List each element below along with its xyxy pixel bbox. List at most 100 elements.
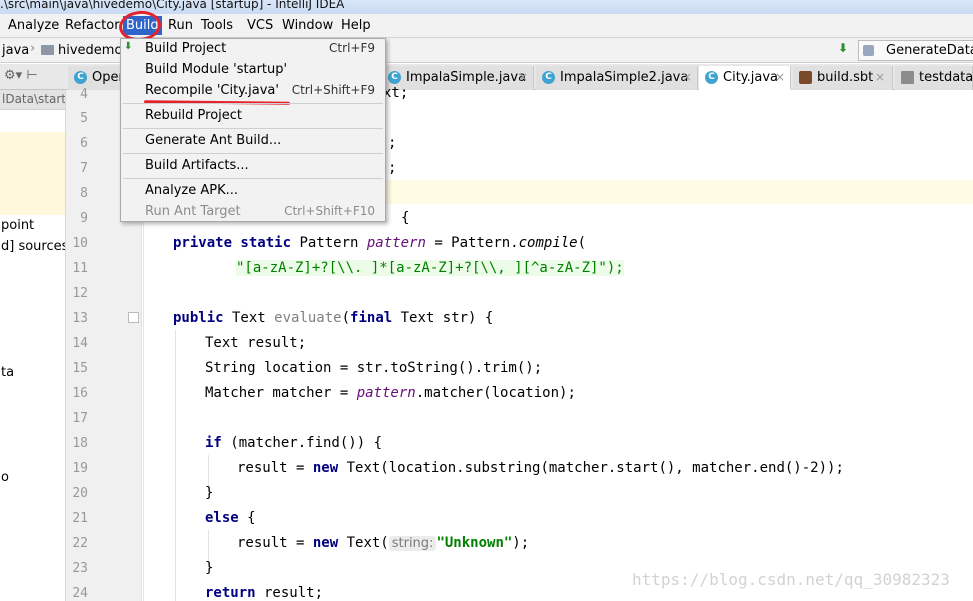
build-menu-dropdown: ⬇ Build Project Ctrl+F9 Build Module 'st… xyxy=(120,38,386,222)
keyword: new xyxy=(312,535,339,551)
menu-analyze[interactable]: Analyze xyxy=(8,18,59,33)
tab-label: ImpalaSimple.java xyxy=(406,70,527,85)
menu-item-build-module[interactable]: Build Module 'startup' xyxy=(121,60,385,81)
menu-item-shortcut: Ctrl+Shift+F9 xyxy=(291,83,375,97)
keyword: else xyxy=(205,510,239,526)
tree-item[interactable]: ta xyxy=(1,365,14,380)
line-number: 6 xyxy=(80,136,88,151)
method-name: evaluate xyxy=(274,310,342,326)
tab-impalasimple2[interactable]: C ImpalaSimple2.java × xyxy=(536,66,698,90)
code-fragment: { xyxy=(401,210,410,226)
line-number: 16 xyxy=(72,386,88,401)
tab-testdata[interactable]: testdata.t xyxy=(895,66,973,90)
window-title-bar: .\src\main\java\hivedemo\City.java [star… xyxy=(0,0,973,14)
breadcrumb-java[interactable]: java xyxy=(2,43,29,58)
menu-item-label: Build Artifacts... xyxy=(145,158,249,173)
close-icon[interactable]: × xyxy=(775,70,785,84)
code-token: Text str) { xyxy=(392,310,494,326)
menu-item-label: Run Ant Target xyxy=(145,204,241,219)
menu-item-label: Rebuild Project xyxy=(145,108,243,123)
menu-item-shortcut: Ctrl+F9 xyxy=(329,41,375,55)
project-toolbar-icons[interactable]: ⚙▾ ⊢ xyxy=(4,68,38,83)
run-config-icon xyxy=(863,45,874,56)
code-token: result = xyxy=(237,460,313,476)
keyword: final xyxy=(350,310,393,326)
menu-item-analyze-apk[interactable]: Analyze APK... xyxy=(121,181,385,202)
code-fragment: ; xyxy=(388,135,397,151)
code-line-20: } xyxy=(205,485,214,501)
menu-item-label: Build Module 'startup' xyxy=(145,62,288,77)
tree-item[interactable]: point xyxy=(1,218,34,233)
menu-item-generate-ant-build[interactable]: Generate Ant Build... xyxy=(121,131,385,152)
line-number: 8 xyxy=(80,186,88,201)
tree-item[interactable]: d] sources r xyxy=(1,239,65,254)
line-number: 10 xyxy=(72,236,88,251)
menu-separator xyxy=(123,178,383,179)
run-configuration-label: GenerateData xyxy=(886,43,973,58)
tree-item[interactable]: o xyxy=(1,470,9,485)
menu-window[interactable]: Window xyxy=(282,18,333,33)
code-token: Matcher matcher = xyxy=(205,385,357,401)
c-class-icon: C xyxy=(74,71,87,84)
collapse-icon[interactable]: ⊢ xyxy=(26,68,37,83)
line-number: 21 xyxy=(72,511,88,526)
menu-item-label: Analyze APK... xyxy=(145,183,239,198)
c-class-icon: C xyxy=(388,71,401,84)
build-arrow-icon[interactable]: ⬇ xyxy=(838,41,848,55)
code-token: ); xyxy=(512,535,530,551)
menu-build[interactable]: Build xyxy=(123,16,162,35)
line-number: 11 xyxy=(72,261,88,276)
line-number: 13 xyxy=(72,311,88,326)
menu-item-label: Generate Ant Build... xyxy=(145,133,282,148)
watermark-text: https://blog.csdn.net/qq_30982323 xyxy=(632,570,950,589)
menu-help[interactable]: Help xyxy=(341,18,371,33)
folder-icon xyxy=(41,45,54,55)
code-line-22: result = new Text(string: "Unknown"); xyxy=(237,535,529,551)
fold-marker-icon[interactable] xyxy=(128,312,139,323)
menu-item-build-artifacts[interactable]: Build Artifacts... xyxy=(121,156,385,177)
sbt-file-icon xyxy=(799,71,812,84)
menu-tools[interactable]: Tools xyxy=(201,18,233,33)
menu-item-rebuild-project[interactable]: Rebuild Project xyxy=(121,106,385,127)
window-title: .\src\main\java\hivedemo\City.java [star… xyxy=(0,0,345,11)
text-file-icon xyxy=(901,71,914,84)
breadcrumb-hivedemo[interactable]: hivedemo xyxy=(58,43,122,58)
line-number: 19 xyxy=(72,461,88,476)
line-number: 18 xyxy=(72,436,88,451)
tab-label: build.sbt xyxy=(817,70,874,85)
menu-item-build-project[interactable]: ⬇ Build Project Ctrl+F9 xyxy=(121,39,385,60)
project-tool-window[interactable]: lData\startU point d] sources r ta o xyxy=(0,90,66,601)
c-class-icon: C xyxy=(705,71,718,84)
field-name: pattern xyxy=(366,235,426,251)
menu-separator xyxy=(123,103,383,104)
regex-string: "[a-zA-Z]+?[\\. ]*[a-zA-Z]+?[\\, ][^a-zA… xyxy=(236,260,624,276)
close-icon[interactable]: × xyxy=(518,70,528,84)
project-panel-header: lData\startU xyxy=(0,90,66,110)
line-number: 15 xyxy=(72,361,88,376)
code-line-15: String location = str.toString().trim(); xyxy=(205,360,543,376)
run-configuration-select[interactable]: GenerateData xyxy=(858,40,973,61)
project-path-label: lData\startU xyxy=(2,92,66,106)
menu-vcs[interactable]: VCS xyxy=(247,18,273,33)
keyword: new xyxy=(312,460,339,476)
close-icon[interactable]: × xyxy=(875,70,885,84)
menu-refactor[interactable]: Refactor xyxy=(65,18,120,33)
menu-item-recompile[interactable]: Recompile 'City.java' Ctrl+Shift+F9 xyxy=(121,81,385,102)
keyword: private static xyxy=(173,235,292,251)
close-icon[interactable]: × xyxy=(682,70,692,84)
tab-city-java[interactable]: C City.java × xyxy=(699,66,791,90)
indent-guide xyxy=(175,330,176,601)
build-arrow-icon: ⬇ xyxy=(124,41,133,52)
code-token: ( xyxy=(577,235,587,251)
code-fragment: ; xyxy=(388,160,397,176)
tab-build-sbt[interactable]: build.sbt × xyxy=(793,66,893,90)
menu-run[interactable]: Run xyxy=(168,18,193,33)
menu-bar: Analyze Refactor Build Run Tools VCS Win… xyxy=(0,14,973,38)
code-token: Text(location.substring(matcher.start(),… xyxy=(338,460,844,476)
settings-gear-icon[interactable]: ⚙▾ xyxy=(4,68,22,83)
code-line-13: public Text evaluate(final Text str) { xyxy=(173,310,493,326)
line-number: 4 xyxy=(80,87,88,102)
breadcrumb-separator-icon: › xyxy=(30,41,36,56)
menu-separator xyxy=(123,128,383,129)
line-number: 23 xyxy=(72,561,88,576)
